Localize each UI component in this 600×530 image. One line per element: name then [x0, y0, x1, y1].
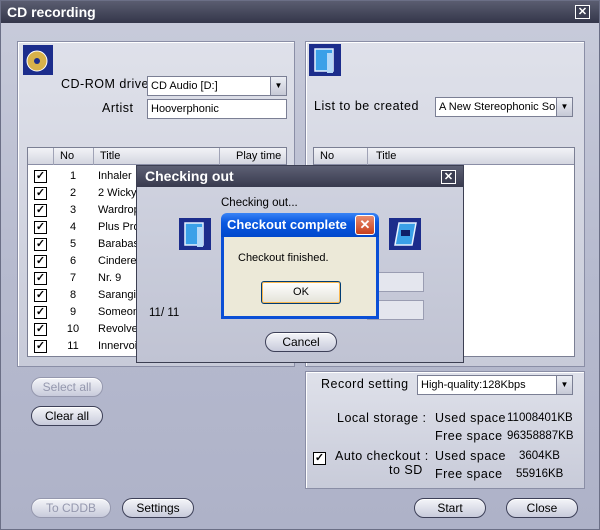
- auto-checkout-checkbox[interactable]: ✓: [313, 452, 326, 465]
- column-play-time[interactable]: Play time: [220, 148, 286, 165]
- auto-checkout-label: Auto checkout :: [335, 449, 429, 463]
- checkout-complete-message: Checkout finished.: [238, 252, 329, 264]
- track-title: Innervoi: [98, 340, 138, 352]
- track-checkbox[interactable]: ✓: [34, 272, 47, 285]
- settings-button[interactable]: Settings: [122, 498, 194, 518]
- list-value: A New Stereophonic So: [439, 101, 556, 113]
- track-title: Someon: [98, 306, 139, 318]
- window-close-icon[interactable]: ✕: [575, 5, 590, 19]
- record-setting-select[interactable]: High-quality:128Kbps ▼: [417, 375, 573, 395]
- cdrom-drive-select[interactable]: CD Audio [D:] ▼: [147, 76, 287, 96]
- track-checkbox[interactable]: ✓: [34, 289, 47, 302]
- track-no: 5: [69, 238, 77, 250]
- auto-checkout-sd-label: to SD: [389, 463, 423, 477]
- checkout-complete-dialog: Checkout complete ✕ Checkout finished. O…: [221, 213, 379, 319]
- sd-free-label: Free space: [435, 467, 503, 481]
- cdrom-drive-label: CD-ROM drive: [61, 77, 149, 91]
- track-no: 10: [66, 323, 80, 335]
- checkout-complete-title: Checkout complete: [227, 217, 347, 232]
- to-cddb-button[interactable]: To CDDB: [31, 498, 111, 518]
- progress-count: 11/ 11: [149, 307, 180, 319]
- checkout-complete-titlebar: Checkout complete ✕: [221, 213, 379, 237]
- local-free-value: 96358887KB: [507, 430, 574, 442]
- checking-out-status: Checking out...: [221, 197, 298, 209]
- sd-used-label: Used space: [435, 449, 507, 463]
- track-checkbox[interactable]: ✓: [34, 221, 47, 234]
- track-no: 11: [67, 340, 79, 352]
- chevron-down-icon: ▼: [270, 77, 286, 95]
- clear-all-button[interactable]: Clear all: [31, 406, 103, 426]
- local-storage-label: Local storage :: [337, 411, 427, 425]
- close-icon[interactable]: ✕: [355, 215, 375, 235]
- device-icon: [179, 218, 211, 250]
- track-checkbox[interactable]: ✓: [34, 187, 47, 200]
- track-no: 3: [69, 204, 77, 216]
- cdrom-drive-value: CD Audio [D:]: [151, 80, 218, 92]
- record-setting-value: High-quality:128Kbps: [421, 379, 526, 391]
- track-title: Cinderel: [98, 255, 139, 267]
- track-no: 9: [69, 306, 77, 318]
- column-title[interactable]: Title: [368, 148, 574, 165]
- track-no: 7: [69, 272, 77, 284]
- artist-label: Artist: [102, 101, 134, 115]
- track-title: Plus Pro: [98, 221, 140, 233]
- checking-out-close-icon[interactable]: ✕: [441, 170, 456, 184]
- local-used-value: 11008401KB: [507, 412, 573, 424]
- track-title: Inhaler: [98, 170, 132, 182]
- sd-card-icon: [389, 218, 421, 250]
- track-title: Wardrop: [98, 204, 140, 216]
- record-setting-label: Record setting: [321, 377, 409, 391]
- track-no: 1: [69, 170, 77, 182]
- start-button[interactable]: Start: [414, 498, 486, 518]
- chevron-down-icon: ▼: [556, 376, 572, 394]
- track-no: 8: [69, 289, 77, 301]
- track-checkbox[interactable]: ✓: [34, 255, 47, 268]
- track-title: Nr. 9: [98, 272, 122, 284]
- track-title: 2 Wicky: [98, 187, 137, 199]
- sd-card-icon: [309, 44, 341, 76]
- track-title: Revolve: [98, 323, 138, 335]
- chevron-down-icon: ▼: [556, 98, 572, 116]
- list-to-be-created-select[interactable]: A New Stereophonic So ▼: [435, 97, 573, 117]
- cd-icon: [23, 45, 53, 75]
- track-checkbox[interactable]: ✓: [34, 323, 47, 336]
- column-no[interactable]: No: [54, 148, 94, 165]
- track-title: Barabas: [98, 238, 139, 250]
- checking-out-titlebar: Checking out: [137, 166, 463, 187]
- cancel-button[interactable]: Cancel: [265, 332, 337, 352]
- ok-button[interactable]: OK: [261, 281, 341, 304]
- list-to-be-created-label: List to be created: [314, 99, 419, 113]
- window-titlebar: CD recording: [1, 1, 599, 23]
- track-list-header: No Title Play time: [28, 148, 286, 165]
- local-used-label: Used space: [435, 411, 507, 425]
- local-free-label: Free space: [435, 429, 503, 443]
- column-title[interactable]: Title: [94, 148, 220, 165]
- track-checkbox[interactable]: ✓: [34, 306, 47, 319]
- track-no: 4: [69, 221, 77, 233]
- close-button[interactable]: Close: [506, 498, 578, 518]
- track-checkbox[interactable]: ✓: [34, 204, 47, 217]
- artist-input[interactable]: Hooverphonic: [147, 99, 287, 119]
- sd-used-value: 3604KB: [519, 450, 560, 462]
- track-no: 6: [69, 255, 77, 267]
- checking-out-title: Checking out: [145, 168, 234, 184]
- window-title: CD recording: [7, 4, 96, 20]
- track-no: 2: [69, 187, 77, 199]
- track-title: Sarangi: [98, 289, 136, 301]
- create-list-header: No Title: [314, 148, 574, 165]
- column-no[interactable]: No: [314, 148, 368, 165]
- sd-free-value: 55916KB: [516, 468, 564, 480]
- track-checkbox[interactable]: ✓: [34, 170, 47, 183]
- select-all-button[interactable]: Select all: [31, 377, 103, 397]
- track-checkbox[interactable]: ✓: [34, 238, 47, 251]
- track-checkbox[interactable]: ✓: [34, 340, 47, 353]
